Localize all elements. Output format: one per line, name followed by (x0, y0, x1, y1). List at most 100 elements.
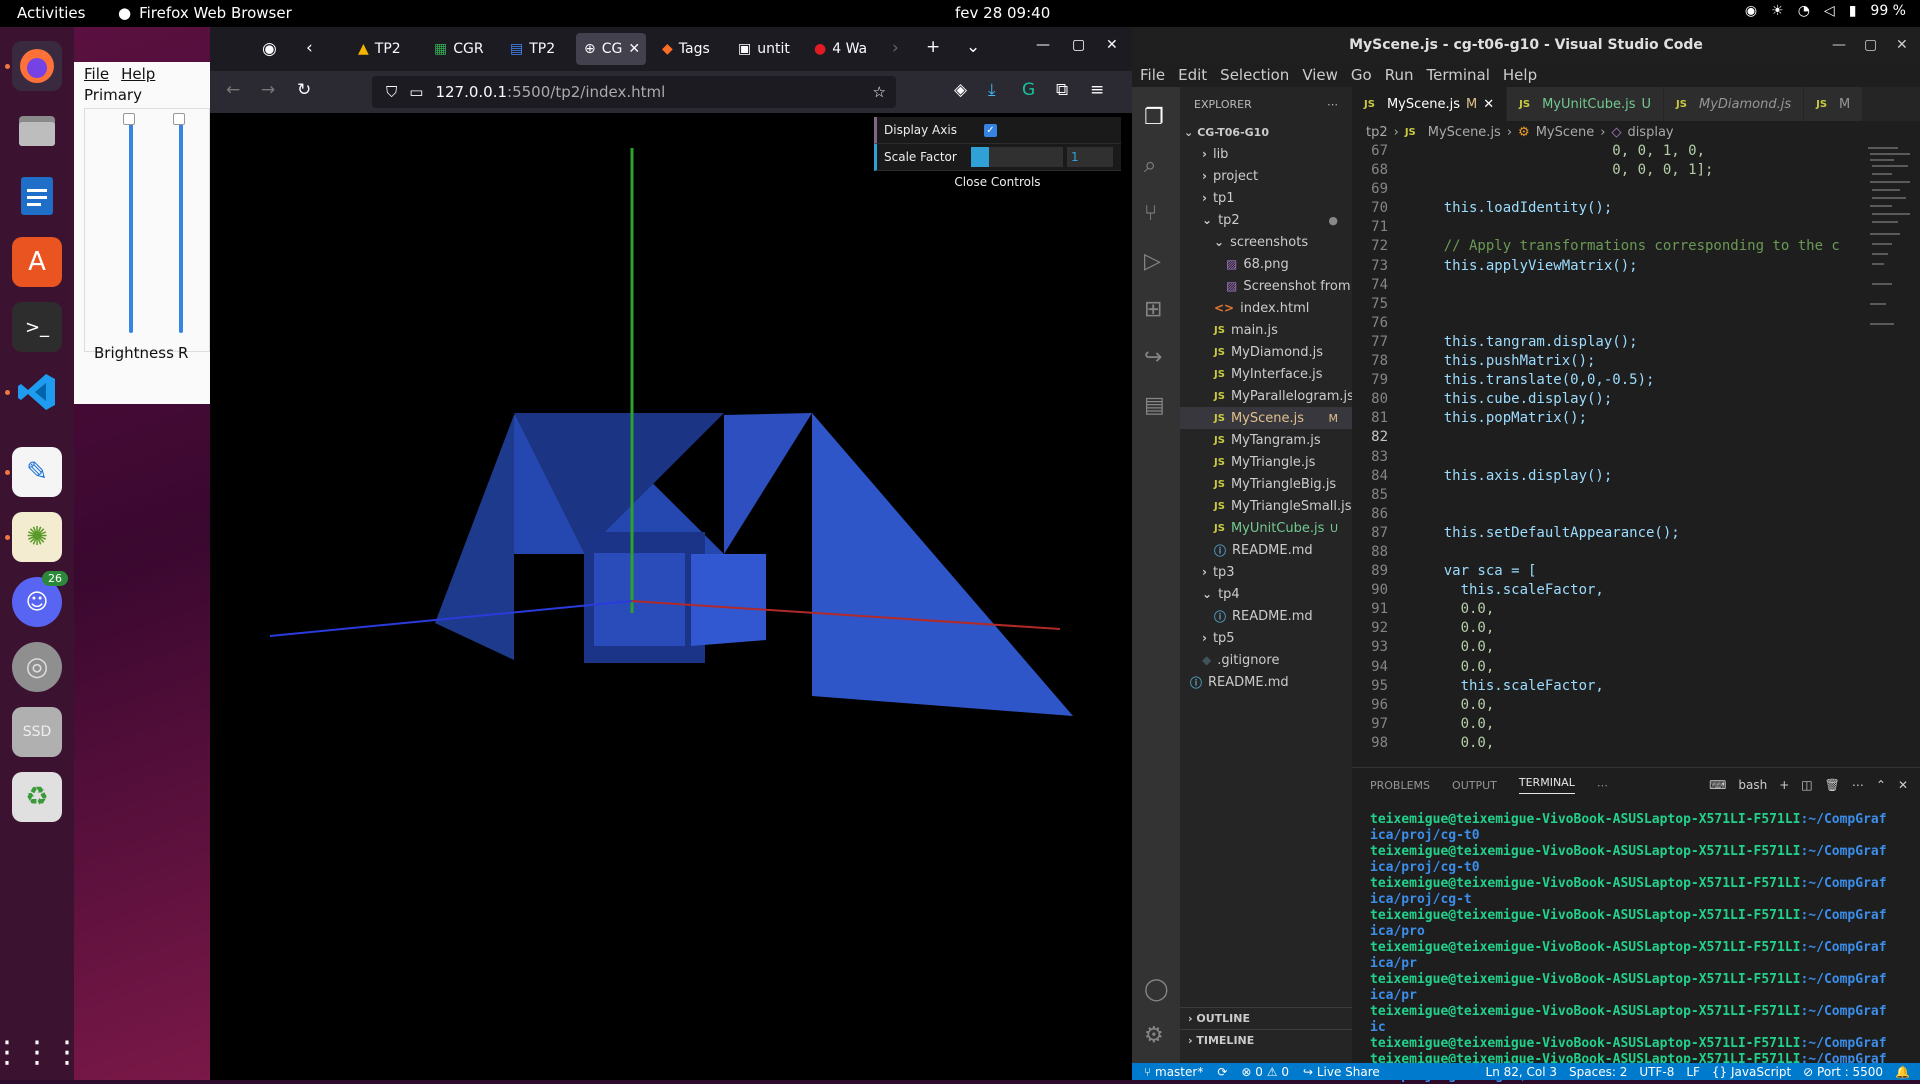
tree-file[interactable]: JS MyTriangleSmall.js (1180, 495, 1352, 517)
code-line[interactable]: 84 this.axis.display(); (1352, 468, 1862, 487)
code-line[interactable]: 95 this.scaleFactor, (1352, 678, 1862, 697)
code-line[interactable]: 92 0.0, (1352, 620, 1862, 639)
cursor-position[interactable]: Ln 82, Col 3 (1486, 1065, 1558, 1079)
code-line[interactable]: 72 // Apply transformations correspondin… (1352, 238, 1862, 257)
tab-4-active[interactable]: ⊕ CG ✕ (576, 33, 646, 65)
terminal-output[interactable]: teixemigue@teixemigue-VivoBook-ASUSLapto… (1370, 812, 1910, 1084)
tree-folder[interactable]: ⌄ screenshots (1180, 231, 1352, 253)
maximize-panel-icon[interactable]: ⌃ (1876, 778, 1886, 792)
minimize-icon[interactable]: — (1036, 37, 1050, 53)
tree-file[interactable]: JS MyDiamond.js (1180, 341, 1352, 363)
downloads-icon[interactable]: ⤓ (988, 80, 996, 100)
kill-terminal-icon[interactable]: 🗑 (1825, 778, 1840, 792)
menu-help[interactable]: Help (1503, 66, 1537, 84)
code-line[interactable]: 69 (1352, 181, 1862, 200)
terminal-shell-icon[interactable]: ⌨ (1709, 778, 1726, 792)
menu-selection[interactable]: Selection (1220, 66, 1289, 84)
extensions-icon[interactable]: ⊞ (1144, 297, 1162, 322)
sync-icon[interactable]: ⟳ (1217, 1065, 1227, 1079)
terminal-shell-label[interactable]: bash (1738, 778, 1767, 792)
close-controls-button[interactable]: Close Controls (874, 171, 1121, 193)
tab-scroll-right-icon[interactable]: › (892, 38, 899, 58)
tree-file[interactable]: JS main.js (1180, 319, 1352, 341)
new-terminal-icon[interactable]: + (1779, 778, 1789, 792)
close-window-icon[interactable]: ✕ (1106, 37, 1118, 53)
app-center-icon[interactable]: A (12, 237, 62, 287)
tree-file[interactable]: JS MyParallelogram.js (1180, 385, 1354, 407)
tab-3[interactable]: ▤ TP2 (502, 33, 563, 65)
code-line[interactable]: 82 (1352, 429, 1862, 448)
workspace-root[interactable]: ⌄ CG-T06-G10 (1180, 121, 1352, 143)
editor-tab-mydiamond[interactable]: JS MyDiamond.js (1664, 87, 1805, 121)
run-debug-icon[interactable]: ▷ (1144, 249, 1161, 274)
branch-indicator[interactable]: ⑂ master* (1144, 1065, 1203, 1079)
problems-indicator[interactable]: ⊗ 0 ⚠ 0 (1241, 1065, 1289, 1079)
search-icon[interactable]: ⌕ (1144, 153, 1156, 178)
menu-view[interactable]: View (1302, 66, 1338, 84)
tree-file[interactable]: JS MyUnitCube.js U (1180, 517, 1352, 539)
display-axis-row[interactable]: Display Axis ✓ (874, 117, 1121, 144)
maximize-icon[interactable]: ▢ (1864, 37, 1877, 53)
scale-factor-slider[interactable] (971, 147, 1063, 167)
account-icon[interactable]: ◯ (1144, 977, 1169, 1002)
breadcrumb-folder[interactable]: tp2 (1366, 125, 1388, 140)
menu-file[interactable]: File (1140, 66, 1165, 84)
scale-factor-row[interactable]: Scale Factor 1 (874, 144, 1121, 171)
tree-file[interactable]: JS MyTangram.js (1180, 429, 1352, 451)
code-line[interactable]: 91 0.0, (1352, 601, 1862, 620)
text-editor-icon[interactable]: ✎ (12, 447, 62, 497)
code-line[interactable]: 67 0, 0, 1, 0, (1352, 143, 1862, 162)
close-tab-icon[interactable]: ✕ (1483, 97, 1494, 112)
code-line[interactable]: 89 var sca = [ (1352, 563, 1862, 582)
ssd-icon[interactable]: SSD (12, 707, 62, 757)
back-icon[interactable]: ← (226, 80, 240, 100)
code-line[interactable]: 87 this.setDefaultAppearance(); (1352, 525, 1862, 544)
code-line[interactable]: 70 this.loadIdentity(); (1352, 200, 1862, 219)
grammarly-icon[interactable]: G (1022, 80, 1035, 100)
code-line[interactable]: 75 (1352, 296, 1862, 315)
menu-edit[interactable]: Edit (1178, 66, 1207, 84)
webgl-canvas[interactable]: Display Axis ✓ Scale Factor 1 Close Cont… (210, 113, 1132, 1080)
code-line[interactable]: 90 this.scaleFactor, (1352, 582, 1862, 601)
code-line[interactable]: 86 (1352, 506, 1862, 525)
list-tabs-icon[interactable]: ⌄ (966, 37, 980, 57)
activities-button[interactable]: Activities (17, 4, 85, 22)
close-tab-icon[interactable]: ✕ (628, 41, 640, 57)
code-editor[interactable]: 67 0, 0, 1, 0, 68 0, 0, 0, 1]; 69 70 this.l… (1352, 143, 1862, 767)
explorer-icon[interactable]: ❐ (1144, 105, 1164, 130)
tab-2[interactable]: ▦ CGR (426, 33, 492, 65)
code-line[interactable]: 96 0.0, (1352, 697, 1862, 716)
more-actions-icon[interactable]: ⋯ (1327, 98, 1338, 111)
editor-tab-myscene[interactable]: JS MyScene.js M ✕ (1352, 87, 1508, 121)
editor-tab-myunitcube[interactable]: JS MyUnitCube.js U (1507, 87, 1665, 121)
close-window-icon[interactable]: ✕ (1896, 37, 1908, 53)
tree-file[interactable]: ⓘ README.md (1180, 539, 1352, 561)
brightness-slider[interactable] (129, 119, 133, 333)
tree-folder[interactable]: › tp5 (1180, 627, 1352, 649)
code-line[interactable]: 81 this.popMatrix(); (1352, 410, 1862, 429)
tree-file[interactable]: JS MyTriangleBig.js (1180, 473, 1352, 495)
tree-file[interactable]: <> index.html (1180, 297, 1352, 319)
more-panel-icon[interactable]: ⋯ (1597, 779, 1608, 792)
tab-5[interactable]: ◆ Tags (654, 33, 718, 65)
trash-icon[interactable]: ♻ (12, 772, 62, 822)
red-slider[interactable] (179, 119, 183, 333)
shield-icon[interactable]: ⛉ (386, 83, 397, 101)
tree-folder[interactable]: › lib (1180, 143, 1352, 165)
encoding[interactable]: UTF-8 (1639, 1065, 1674, 1079)
tab-6[interactable]: ▣ untit (730, 33, 798, 65)
tree-folder[interactable]: ⌄ tp2 ● (1180, 209, 1352, 231)
terminal-icon[interactable]: >_ (12, 302, 62, 352)
discord-icon[interactable]: ☺ 26 (12, 571, 68, 627)
firefox-icon[interactable] (12, 41, 62, 91)
port-indicator[interactable]: ⊘ Port : 5500 (1803, 1065, 1883, 1079)
code-line[interactable]: 77 this.tangram.display(); (1352, 334, 1862, 353)
forward-icon[interactable]: → (261, 80, 275, 100)
split-terminal-icon[interactable]: ◫ (1801, 778, 1812, 792)
tab-scroll-left-icon[interactable]: ‹ (306, 38, 313, 58)
code-line[interactable]: 79 this.translate(0,0,-0.5); (1352, 372, 1862, 391)
disk-icon[interactable]: ◎ (12, 642, 62, 692)
code-line[interactable]: 94 0.0, (1352, 659, 1862, 678)
tree-file[interactable]: ▨ Screenshot from ... (1180, 275, 1367, 297)
tree-folder[interactable]: ⌄ tp4 (1180, 583, 1352, 605)
